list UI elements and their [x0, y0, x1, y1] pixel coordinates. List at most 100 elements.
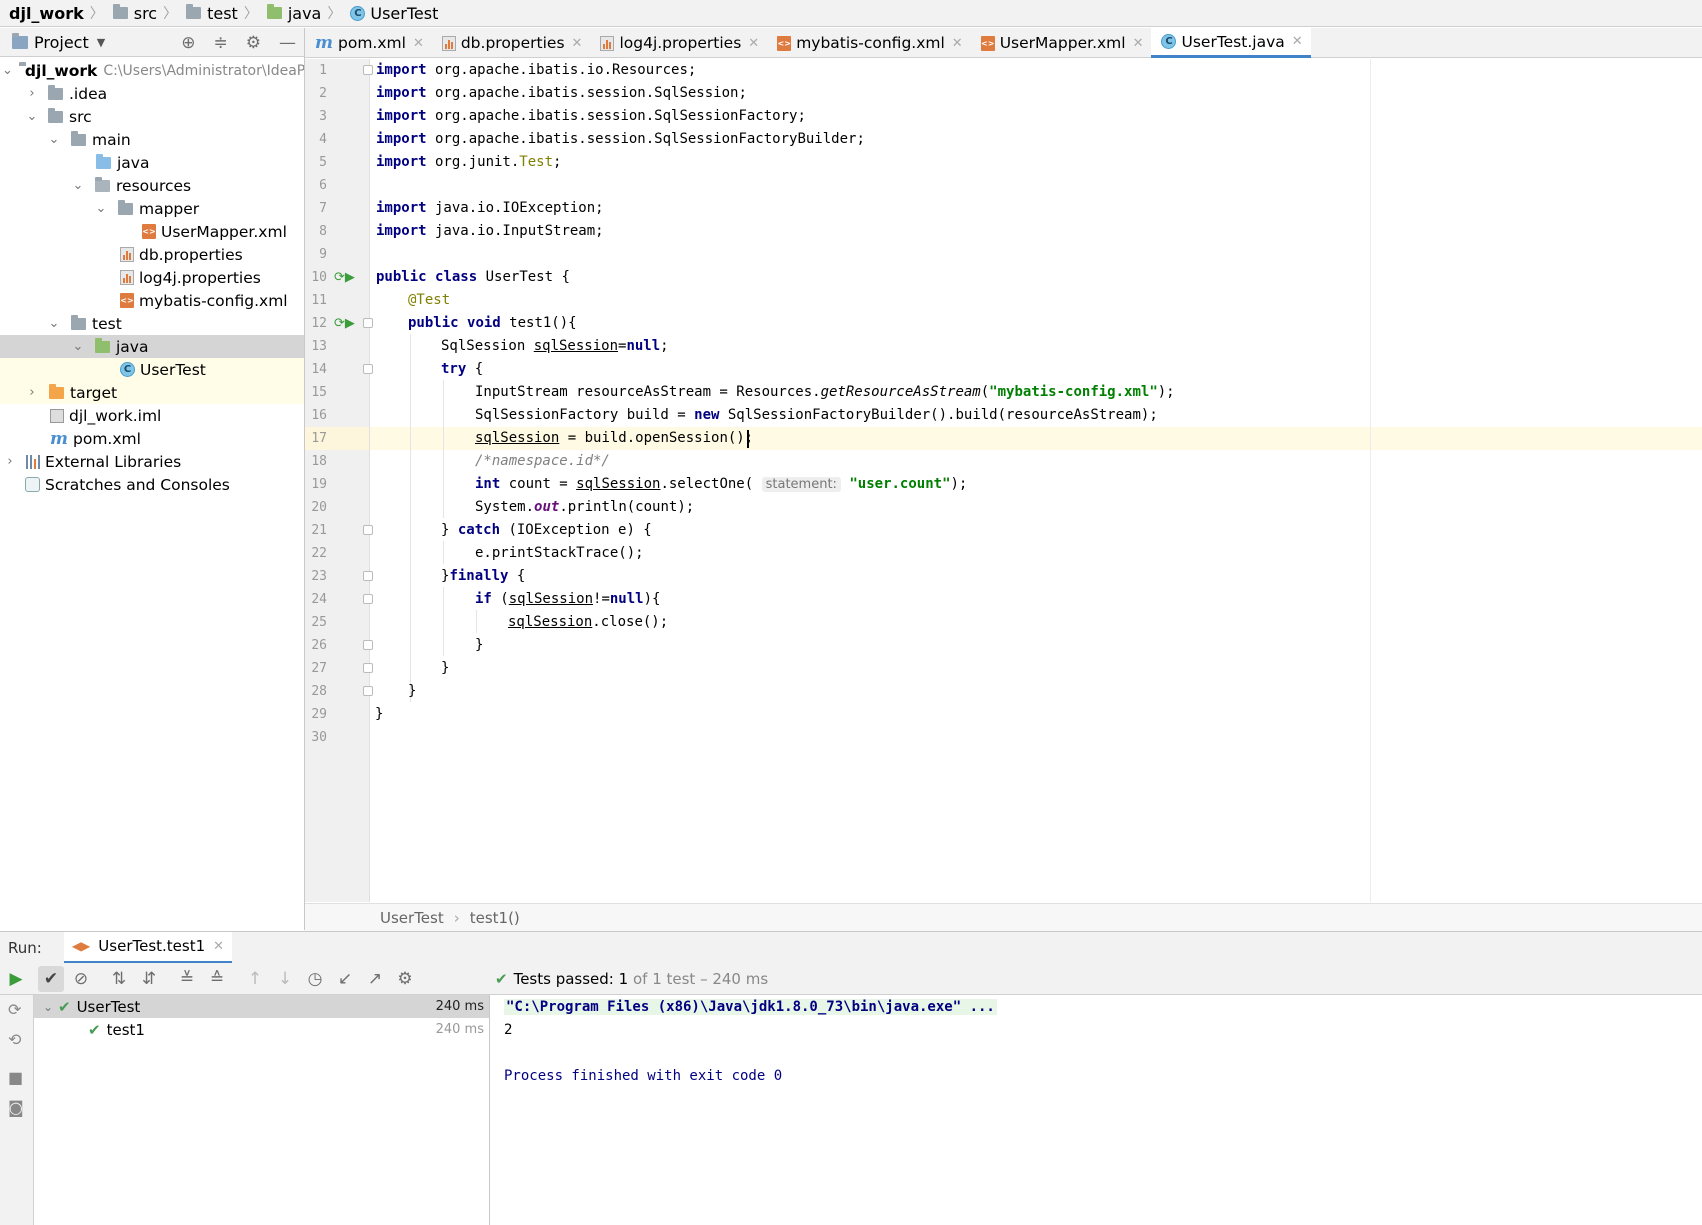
chevron-down-icon[interactable]: ⌄	[24, 109, 40, 124]
chevron-down-icon[interactable]: ⌄	[38, 1000, 58, 1014]
gear-icon[interactable]: ⚙	[246, 33, 261, 53]
tree-item-main-java[interactable]: java	[0, 151, 304, 174]
close-icon[interactable]: ✕	[1292, 34, 1303, 49]
breadcrumb-src[interactable]: src	[106, 0, 161, 27]
test-row-usertest[interactable]: ⌄ ✔ UserTest 240 ms	[34, 995, 489, 1018]
chevron-right-icon[interactable]: ›	[24, 385, 40, 400]
sort-alpha-icon[interactable]: ⇅	[106, 963, 132, 995]
fold-marker-icon[interactable]	[363, 318, 373, 328]
fold-marker-icon[interactable]	[363, 65, 373, 75]
close-icon[interactable]: ✕	[748, 36, 759, 51]
line-number: 29	[311, 707, 327, 722]
fold-marker-icon[interactable]	[363, 525, 373, 535]
breadcrumb-test[interactable]: test	[179, 0, 242, 27]
chevron-down-icon[interactable]: ⌄	[2, 63, 13, 78]
next-failed-icon[interactable]: ↓	[272, 963, 298, 995]
collapse-all-icon[interactable]: ≙	[204, 963, 230, 995]
tree-item-external-libraries[interactable]: › External Libraries	[0, 450, 304, 473]
rerun-icon[interactable]: ▶	[3, 963, 29, 995]
chevron-right-icon[interactable]: ›	[24, 86, 40, 101]
previous-failed-icon[interactable]: ↑	[242, 963, 268, 995]
chevron-down-icon[interactable]: ⌄	[46, 316, 62, 331]
tree-item-pom-xml[interactable]: m pom.xml	[0, 427, 304, 450]
close-icon[interactable]: ✕	[413, 36, 424, 51]
console-output[interactable]: "C:\Program Files (x86)\Java\jdk1.8.0_73…	[490, 995, 1702, 1225]
breadcrumb-project[interactable]: djl_work	[0, 0, 88, 27]
rerun-failed-icon[interactable]: ⟳	[8, 1000, 21, 1019]
camera-icon[interactable]: ◙	[8, 1098, 24, 1117]
close-icon[interactable]: ✕	[572, 36, 583, 51]
breadcrumb-java-label: java	[287, 3, 322, 23]
tab-usertest-java[interactable]: C UserTest.java ✕	[1151, 28, 1311, 58]
show-passed-icon[interactable]: ✔	[38, 966, 64, 992]
code-line-current: sqlSession = build.openSession();	[475, 430, 754, 446]
hide-icon[interactable]: —	[279, 33, 296, 53]
close-icon[interactable]: ✕	[1133, 36, 1144, 51]
fold-marker-icon[interactable]	[363, 571, 373, 581]
tree-item-db-properties[interactable]: db.properties	[0, 243, 304, 266]
tab-log4j-properties[interactable]: log4j.properties ✕	[590, 28, 767, 58]
stop-icon[interactable]: ■	[8, 1068, 23, 1087]
fold-marker-icon[interactable]	[363, 663, 373, 673]
chevron-down-icon[interactable]: ⌄	[46, 132, 62, 147]
tree-item-root[interactable]: ⌄ djl_work C:\Users\Administrator\IdeaP	[0, 59, 304, 82]
tree-item-target[interactable]: › target	[0, 381, 304, 404]
export-tests-icon[interactable]: ↗	[362, 963, 388, 995]
tree-item-iml[interactable]: djl_work.iml	[0, 404, 304, 427]
tree-item-log4j-properties[interactable]: log4j.properties	[0, 266, 304, 289]
tree-item-src[interactable]: ⌄ src	[0, 105, 304, 128]
tree-item-scratches[interactable]: Scratches and Consoles	[0, 473, 304, 496]
breadcrumb-java[interactable]: java	[260, 0, 326, 27]
chevron-down-icon[interactable]: ⌄	[70, 339, 86, 354]
tree-item-resources[interactable]: ⌄ resources	[0, 174, 304, 197]
tree-item-mybatis-config-xml[interactable]: <> mybatis-config.xml	[0, 289, 304, 312]
collapse-all-icon[interactable]: ≑	[214, 33, 228, 53]
chevron-down-icon[interactable]: ⌄	[70, 178, 86, 193]
code-line: public void test1(){	[408, 315, 577, 331]
toggle-auto-test-icon[interactable]: ⟲	[8, 1030, 21, 1049]
close-icon[interactable]: ✕	[952, 36, 963, 51]
fold-marker-icon[interactable]	[363, 686, 373, 696]
tab-db-properties[interactable]: db.properties ✕	[432, 28, 591, 58]
run-method-icon[interactable]: ⟳▶	[334, 312, 355, 335]
tree-item-main[interactable]: ⌄ main	[0, 128, 304, 151]
tree-item-test-java[interactable]: ⌄ java	[0, 335, 304, 358]
locate-icon[interactable]: ⊕	[181, 33, 195, 53]
tree-item-usertest[interactable]: C UserTest	[0, 358, 304, 381]
chevron-down-icon[interactable]: ⌄	[93, 201, 109, 216]
test-name: test1	[106, 1020, 145, 1039]
history-icon[interactable]: ◷	[302, 963, 328, 995]
tab-mybatis-config-xml[interactable]: <> mybatis-config.xml ✕	[767, 28, 971, 58]
line-number: 3	[319, 109, 327, 124]
gear-icon[interactable]: ⚙	[392, 963, 418, 995]
tree-item-mapper[interactable]: ⌄ mapper	[0, 197, 304, 220]
tree-item-test[interactable]: ⌄ test	[0, 312, 304, 335]
chevron-right-icon[interactable]: ›	[2, 454, 18, 469]
fold-marker-icon[interactable]	[363, 640, 373, 650]
show-ignored-icon[interactable]: ⊘	[68, 963, 94, 995]
run-tab-usertest[interactable]: ◀▶ UserTest.test1 ✕	[63, 931, 233, 964]
text-caret	[747, 430, 749, 448]
project-icon	[12, 32, 28, 49]
close-icon[interactable]: ✕	[213, 939, 224, 954]
tab-pom-xml[interactable]: m pom.xml ✕	[305, 28, 432, 58]
project-view-selector[interactable]: Project ▼	[0, 32, 105, 52]
tab-usermapper-xml[interactable]: <> UserMapper.xml ✕	[971, 28, 1152, 58]
expand-all-icon[interactable]: ≚	[174, 963, 200, 995]
source-folder-icon	[96, 153, 111, 169]
breadcrumb-usertest[interactable]: C UserTest	[343, 0, 442, 27]
breadcrumb-src-label: src	[133, 3, 158, 23]
xml-file-icon: <>	[120, 293, 134, 308]
test-row-test1[interactable]: ✔ test1 240 ms	[34, 1018, 489, 1041]
test-status: ✔ Tests passed: 1 of 1 test – 240 ms	[495, 963, 768, 995]
crumb-method[interactable]: test1()	[470, 909, 520, 927]
fold-marker-icon[interactable]	[363, 594, 373, 604]
fold-marker-icon[interactable]	[363, 364, 373, 374]
tree-item-usermapper-xml[interactable]: <> UserMapper.xml	[0, 220, 304, 243]
sort-duration-icon[interactable]: ⇵	[136, 963, 162, 995]
run-class-icon[interactable]: ⟳▶	[334, 266, 355, 289]
code-line: import org.apache.ibatis.session.SqlSess…	[376, 131, 865, 147]
import-tests-icon[interactable]: ↙	[332, 963, 358, 995]
tree-item-idea[interactable]: › .idea	[0, 82, 304, 105]
crumb-class[interactable]: UserTest	[380, 909, 444, 927]
